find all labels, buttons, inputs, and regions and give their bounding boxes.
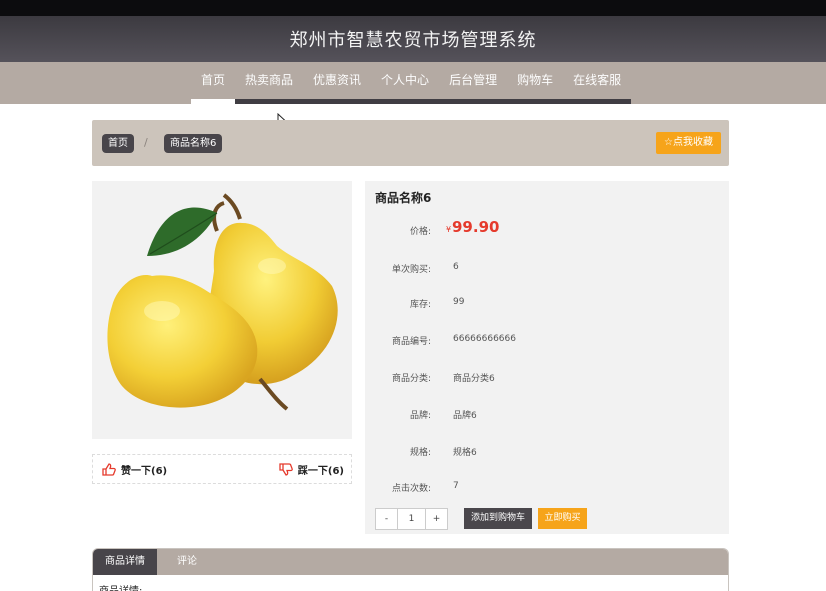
nav-item-label: 个人中心 xyxy=(381,73,430,87)
field-value: 99 xyxy=(453,297,465,307)
info-row: 商品分类: 商品分类6 xyxy=(365,368,729,384)
nav-item-admin[interactable]: 后台管理 xyxy=(439,62,508,104)
info-row: 规格: 规格6 xyxy=(365,442,729,458)
product-image xyxy=(92,181,352,439)
info-row: 点击次数: 7 xyxy=(365,478,729,494)
field-label: 库存: xyxy=(409,300,431,310)
tab-body-label: 商品详情: xyxy=(99,582,142,591)
nav-item-label: 后台管理 xyxy=(449,73,498,87)
nav-items: 首页 热卖商品 优惠资讯 个人中心 后台管理 购物车 在线客服 xyxy=(191,62,632,104)
like-button[interactable]: 赞一下(6) xyxy=(102,462,167,477)
nav-item-support[interactable]: 在线客服 xyxy=(563,62,632,104)
dislike-label: 踩一下(6) xyxy=(297,466,344,477)
field-value: 规格6 xyxy=(453,448,477,458)
breadcrumb-current[interactable]: 商品名称6 xyxy=(164,134,223,153)
field-value: 66666666666 xyxy=(453,334,516,344)
field-label: 单次购买: xyxy=(391,265,431,275)
quantity-stepper: - 1 + xyxy=(375,508,448,530)
tab-comments[interactable]: 评论 xyxy=(165,549,209,575)
product-price: 99.90 xyxy=(452,218,500,236)
field-value: 品牌6 xyxy=(453,411,477,421)
tab-header: 商品详情 评论 xyxy=(93,549,728,575)
nav-item-label: 在线客服 xyxy=(573,73,622,87)
star-icon: ☆ xyxy=(664,137,673,148)
nav-item-profile[interactable]: 个人中心 xyxy=(371,62,440,104)
info-row: 品牌: 品牌6 xyxy=(365,405,729,421)
nav-item-cart[interactable]: 购物车 xyxy=(507,62,564,104)
nav-underline xyxy=(235,99,304,104)
add-to-cart-button[interactable]: 添加到购物车 xyxy=(464,508,532,529)
nav-item-promotions[interactable]: 优惠资讯 xyxy=(303,62,372,104)
nav-underline xyxy=(563,99,632,104)
nav-underline xyxy=(303,99,372,104)
nav-underline xyxy=(507,99,564,104)
breadcrumb-home[interactable]: 首页 xyxy=(102,134,134,153)
field-label: 点击次数: xyxy=(391,484,431,494)
main-nav: 首页 热卖商品 优惠资讯 个人中心 后台管理 购物车 在线客服 xyxy=(0,62,826,104)
detail-tabs: 商品详情 评论 商品详情: xyxy=(92,548,729,591)
site-header: 郑州市智慧农贸市场管理系统 xyxy=(0,16,826,62)
quantity-input[interactable]: 1 xyxy=(397,509,426,529)
quantity-decrease-button[interactable]: - xyxy=(376,509,397,529)
nav-item-label: 首页 xyxy=(201,73,226,87)
nav-underline xyxy=(439,99,508,104)
field-label: 商品编号: xyxy=(391,337,431,347)
info-row: 单次购买: 6 xyxy=(365,259,729,275)
field-value: 7 xyxy=(453,481,459,491)
nav-item-hot-products[interactable]: 热卖商品 xyxy=(235,62,304,104)
vote-row: 赞一下(6) 踩一下(6) xyxy=(92,454,352,484)
like-label: 赞一下(6) xyxy=(121,466,168,477)
breadcrumb: 首页 / 商品名称6 ☆点我收藏 xyxy=(92,120,729,166)
thumbs-down-icon xyxy=(279,463,293,476)
favorite-button-label: 点我收藏 xyxy=(673,137,713,148)
product-name: 商品名称6 xyxy=(375,191,432,205)
nav-item-label: 热卖商品 xyxy=(245,73,294,87)
field-label: 规格: xyxy=(409,448,431,458)
nav-item-label: 购物车 xyxy=(517,73,554,87)
info-row: 商品编号: 66666666666 xyxy=(365,331,729,347)
nav-item-home[interactable]: 首页 xyxy=(191,62,236,104)
field-label: 品牌: xyxy=(409,411,431,421)
field-value: 6 xyxy=(453,262,459,272)
nav-item-label: 优惠资讯 xyxy=(313,73,362,87)
price-label: 价格: xyxy=(409,227,431,237)
nav-underline xyxy=(191,99,236,104)
quantity-increase-button[interactable]: + xyxy=(426,509,447,529)
pear-image xyxy=(107,193,338,411)
buy-now-button[interactable]: 立即购买 xyxy=(538,508,587,529)
top-strip xyxy=(0,0,826,16)
field-value: 商品分类6 xyxy=(453,374,495,384)
site-title: 郑州市智慧农贸市场管理系统 xyxy=(289,30,537,51)
info-row: 库存: 99 xyxy=(365,294,729,310)
thumbs-up-icon xyxy=(102,463,116,476)
tab-product-details[interactable]: 商品详情 xyxy=(93,549,157,575)
field-label: 商品分类: xyxy=(391,374,431,384)
info-row-price: 价格: xyxy=(365,221,729,237)
dislike-button[interactable]: 踩一下(6) xyxy=(279,462,344,477)
price-currency: ¥ xyxy=(446,225,452,234)
breadcrumb-separator: / xyxy=(144,136,148,149)
product-info: 商品名称6 价格: ¥ 99.90 单次购买: 6 库存: 99 商品编号: 6… xyxy=(365,181,729,534)
favorite-button[interactable]: ☆点我收藏 xyxy=(656,132,721,154)
nav-underline xyxy=(371,99,440,104)
